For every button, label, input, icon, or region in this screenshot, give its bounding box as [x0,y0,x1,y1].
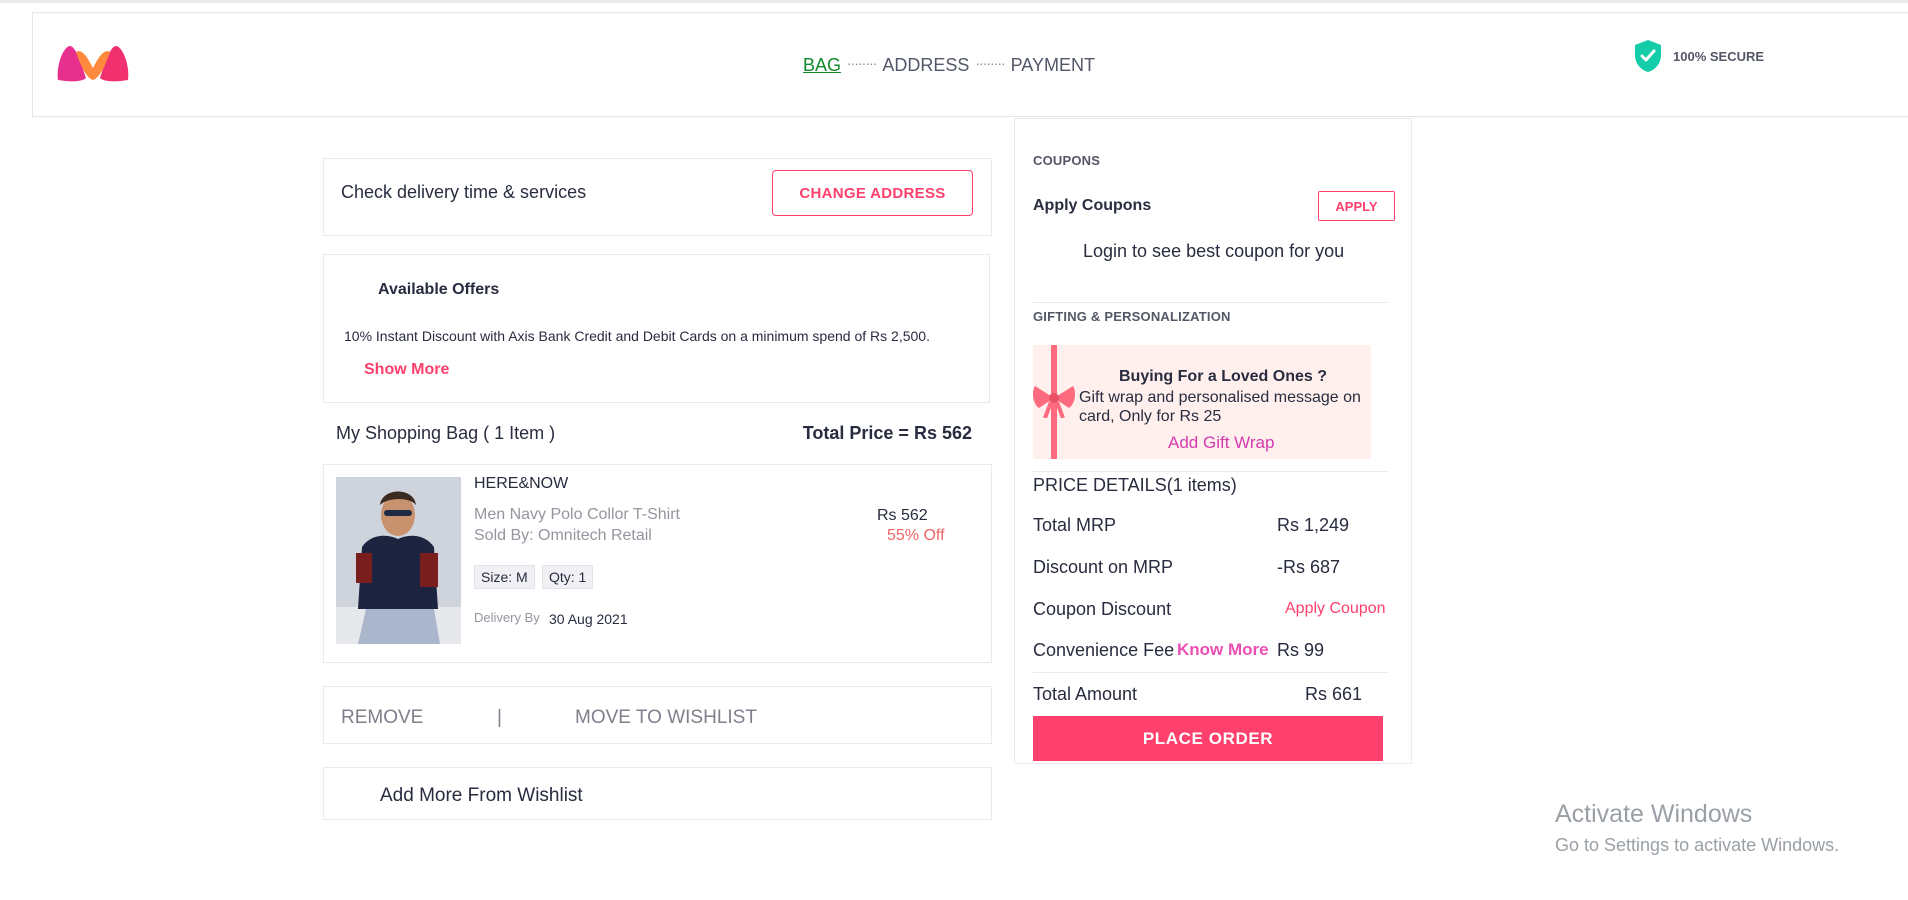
windows-activation-watermark: Activate Windows Go to Settings to activ… [1555,800,1839,856]
coupons-title: COUPONS [1033,153,1101,168]
bag-item-card: HERE&NOW Men Navy Polo Collor T-Shirt So… [323,464,992,663]
apply-coupons-label: Apply Coupons [1033,197,1152,214]
product-photo-icon [336,477,461,644]
price-details-title: PRICE DETAILS(1 items) [1033,475,1237,495]
total-amount-value: Rs 661 [1305,684,1363,704]
apply-coupon-button[interactable]: APPLY [1318,191,1395,221]
delivery-label: Delivery By [474,610,540,625]
coupon-login-hint: Login to see best coupon for you [1083,241,1345,261]
activate-subtitle: Go to Settings to activate Windows. [1555,835,1840,855]
bag-total-price: Total Price = Rs 562 [802,423,972,443]
offer-text: 10% Instant Discount with Axis Bank Cred… [344,328,930,344]
shield-check-icon [1635,40,1661,72]
know-more-link[interactable]: Know More [1177,640,1269,660]
product-price: Rs 562 [877,507,928,524]
gift-title: Buying For a Loved Ones ? [1118,368,1328,385]
discount-label: Discount on MRP [1033,557,1174,577]
apply-coupon-link[interactable]: Apply Coupon [1285,600,1386,618]
divider [1033,302,1388,303]
product-image[interactable] [336,477,461,644]
order-summary-panel: COUPONS Apply Coupons APPLY Login to see… [1014,118,1412,764]
checkout-steps: BAG ········ ADDRESS ········ PAYMENT [803,55,1095,76]
secure-badge: 100% SECURE [1633,39,1764,73]
add-from-wishlist-card[interactable]: Add More From Wishlist [323,767,992,820]
total-amount-label: Total Amount [1033,684,1138,704]
gift-description: Gift wrap and personalised message on ca… [1079,389,1361,425]
step-separator: ········ [847,55,877,71]
delivery-check-text: Check delivery time & services [341,182,587,202]
action-separator: | [497,707,502,728]
size-selector[interactable]: Size: M [474,565,535,589]
total-mrp-value: Rs 1,249 [1277,515,1350,535]
convenience-fee-value: Rs 99 [1277,640,1325,660]
item-actions-bar: REMOVE | MOVE TO WISHLIST [323,686,992,744]
myntra-logo[interactable] [56,44,130,82]
step-separator: ········ [975,55,1005,71]
activate-title: Activate Windows [1555,800,1753,828]
change-address-button[interactable]: CHANGE ADDRESS [772,170,973,216]
show-more-link[interactable]: Show More [364,361,449,379]
add-from-wishlist-label: Add More From Wishlist [380,785,583,806]
offers-card: Available Offers 10% Instant Discount wi… [323,254,990,403]
qty-selector[interactable]: Qty: 1 [542,565,594,589]
bag-header: My Shopping Bag ( 1 Item ) Total Price =… [336,423,972,444]
delivery-check-card: Check delivery time & services CHANGE AD… [323,158,992,236]
product-seller: Sold By: Omnitech Retail [474,527,652,544]
step-payment: PAYMENT [1010,55,1095,75]
delivery-date: 30 Aug 2021 [549,611,628,627]
move-to-wishlist-button[interactable]: MOVE TO WISHLIST [575,707,757,729]
top-border [0,0,1908,3]
step-address: ADDRESS [882,55,970,75]
product-discount: 55% Off [887,527,945,544]
bag-title: My Shopping Bag ( 1 Item ) [336,423,556,443]
discount-value: -Rs 687 [1277,557,1341,577]
convenience-fee-label: Convenience Fee [1033,640,1175,660]
place-order-button[interactable]: PLACE ORDER [1033,716,1383,761]
total-mrp-label: Total MRP [1033,515,1117,535]
divider [1033,672,1388,673]
coupon-discount-label: Coupon Discount [1033,599,1172,619]
header: BAG ········ ADDRESS ········ PAYMENT 100% S… [32,12,1908,117]
product-name[interactable]: Men Navy Polo Collor T-Shirt [474,506,680,524]
divider [1033,471,1388,472]
secure-label: 100% SECURE [1673,48,1765,64]
add-gift-wrap-link[interactable]: Add Gift Wrap [1168,433,1274,453]
gift-wrap-card: Buying For a Loved Ones ? Gift wrap and … [1033,345,1371,459]
remove-button[interactable]: REMOVE [341,707,423,729]
step-bag[interactable]: BAG [803,55,841,75]
offers-title: Available Offers [378,281,500,298]
gifting-title: GIFTING & PERSONALIZATION [1033,309,1231,324]
product-brand: HERE&NOW [474,475,569,492]
